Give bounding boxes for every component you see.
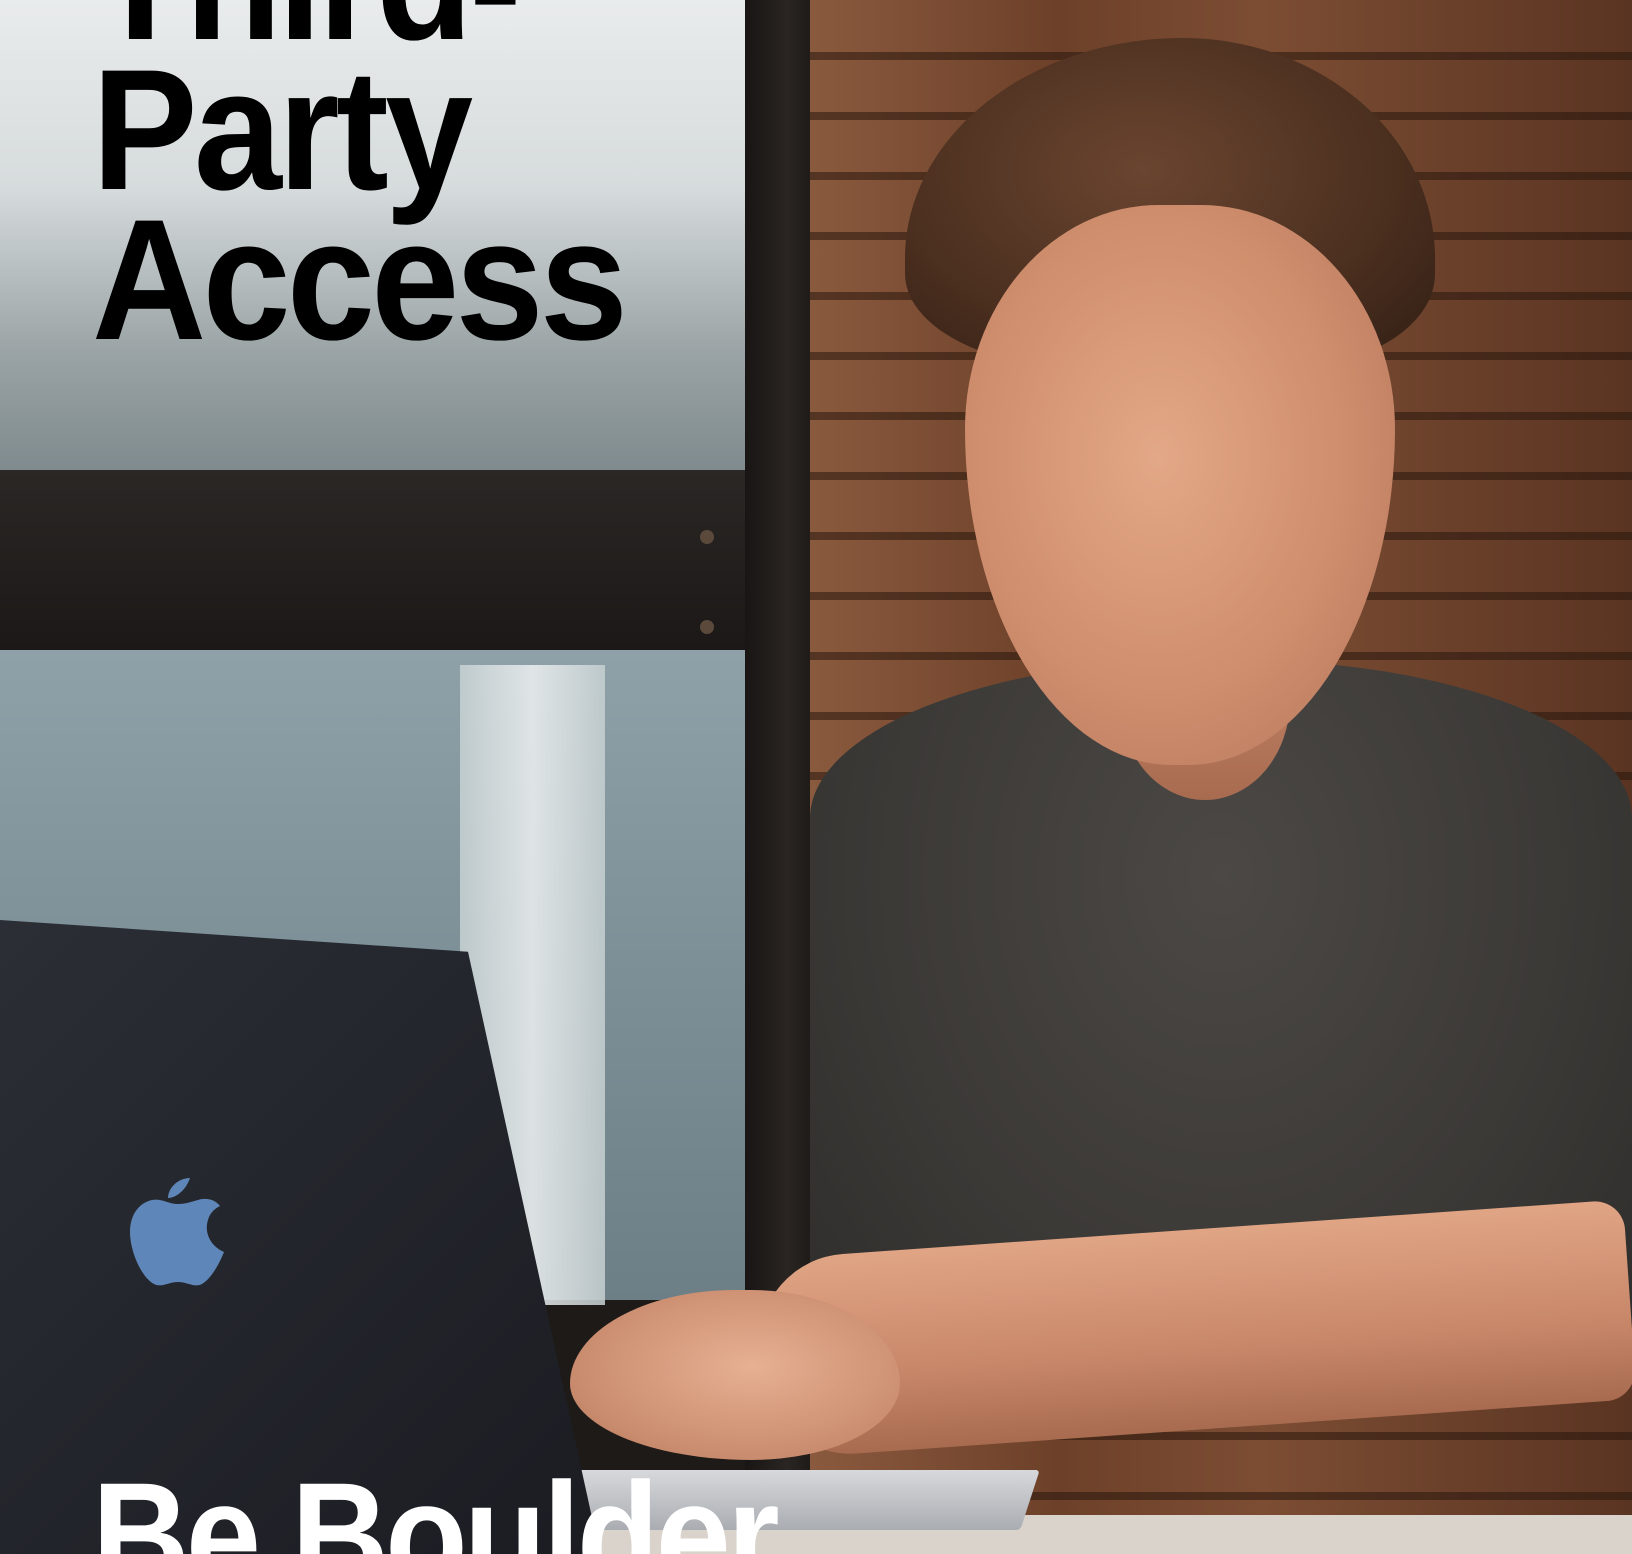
poster-title: Third- Party Access	[92, 0, 628, 376]
window-frame-horizontal	[0, 470, 760, 650]
title-line-2: Party	[92, 34, 473, 226]
frame-bolt	[700, 530, 714, 544]
poster: Third- Party Access Be Boulder	[0, 0, 1632, 1554]
title-line-3: Access	[92, 184, 628, 376]
person-hand	[570, 1290, 900, 1460]
frame-bolt	[700, 620, 714, 634]
apple-icon	[130, 1178, 224, 1286]
brand-wordmark: Be Boulder	[92, 1451, 780, 1554]
